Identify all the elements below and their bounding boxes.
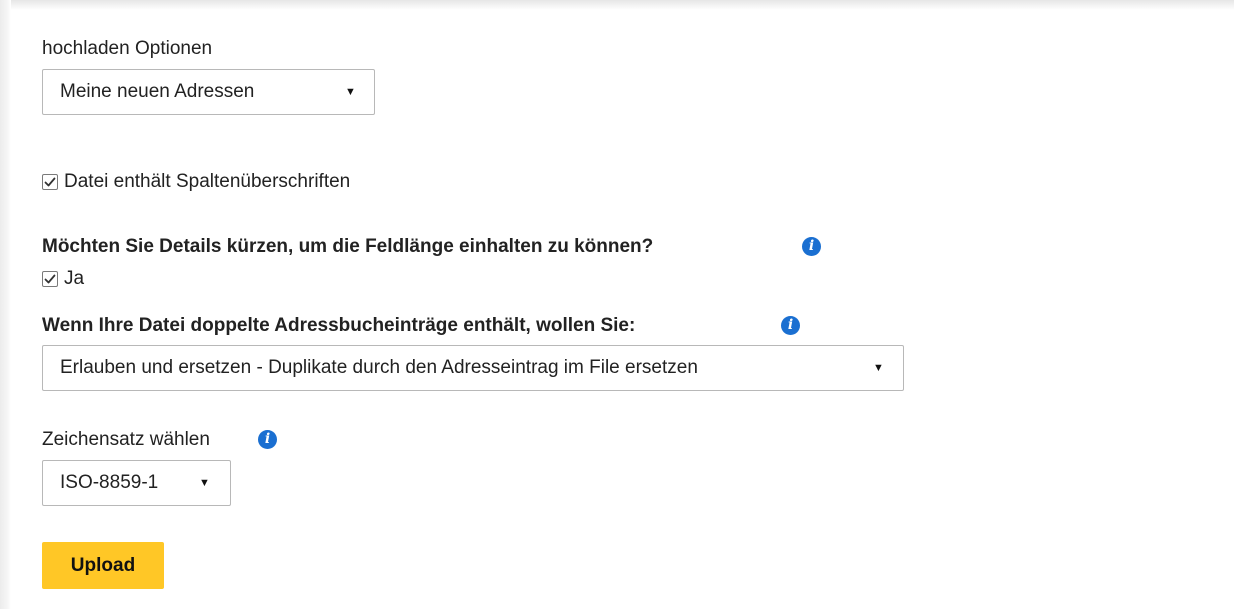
check-icon xyxy=(44,274,56,284)
charset-label: Zeichensatz wählen xyxy=(42,429,210,450)
charset-select[interactable]: ISO-8859-1 ▼ xyxy=(42,460,231,506)
duplicates-question: Wenn Ihre Datei doppelte Adressbucheintr… xyxy=(42,315,636,336)
caret-down-icon: ▼ xyxy=(199,477,210,489)
info-icon[interactable]: i xyxy=(781,316,800,335)
upload-button[interactable]: Upload xyxy=(42,542,164,589)
truncate-question: Möchten Sie Details kürzen, um die Feldl… xyxy=(42,236,654,257)
top-divider xyxy=(0,0,1234,10)
header-row-label: Datei enthält Spaltenüberschriften xyxy=(64,171,351,192)
check-icon xyxy=(44,177,56,187)
left-divider xyxy=(0,0,11,609)
truncate-option-label: Ja xyxy=(64,268,85,289)
info-icon[interactable]: i xyxy=(258,430,277,449)
upload-options-panel: hochladen Optionen Meine neuen Adressen … xyxy=(0,0,1234,609)
duplicates-selected-value: Erlauben und ersetzen - Duplikate durch … xyxy=(60,357,698,378)
caret-down-icon: ▼ xyxy=(873,362,884,374)
info-icon[interactable]: i xyxy=(802,237,821,256)
duplicates-select[interactable]: Erlauben und ersetzen - Duplikate durch … xyxy=(42,345,904,391)
upload-options-select[interactable]: Meine neuen Adressen ▼ xyxy=(42,69,375,115)
charset-selected-value: ISO-8859-1 xyxy=(60,472,159,493)
caret-down-icon: ▼ xyxy=(345,86,356,98)
truncate-checkbox[interactable] xyxy=(42,271,58,287)
upload-options-label: hochladen Optionen xyxy=(42,38,213,59)
header-row-checkbox[interactable] xyxy=(42,174,58,190)
upload-options-selected-value: Meine neuen Adressen xyxy=(60,81,255,102)
